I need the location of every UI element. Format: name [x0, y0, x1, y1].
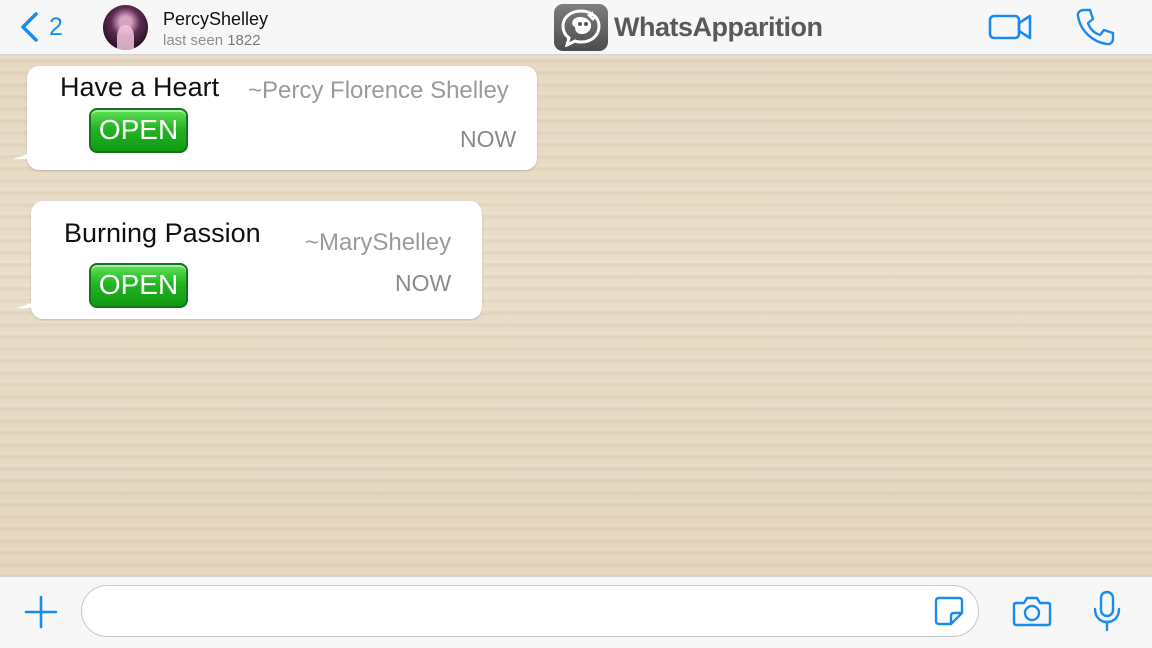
contact-status: last seen 1822: [163, 32, 261, 49]
back-button[interactable]: 2: [18, 8, 63, 46]
message-author: ~MaryShelley: [305, 229, 452, 256]
open-button[interactable]: OPEN: [89, 263, 188, 308]
message-input[interactable]: [81, 585, 979, 637]
attach-button[interactable]: [24, 595, 58, 634]
status-prefix: last seen: [163, 32, 224, 49]
microphone-button[interactable]: [1092, 590, 1122, 637]
phone-icon: [1076, 8, 1115, 46]
message-title: Burning Passion: [64, 218, 261, 248]
message-author: ~Percy Florence Shelley: [248, 77, 509, 104]
message-time: NOW: [395, 270, 452, 296]
open-button[interactable]: OPEN: [89, 108, 188, 153]
ghost-chat-icon: [554, 3, 608, 51]
avatar[interactable]: [103, 5, 148, 50]
bubble-tail: [16, 289, 46, 309]
unread-count: 2: [49, 12, 63, 41]
message-bubble: Burning Passion ~MaryShelley OPEN NOW: [16, 201, 482, 319]
message-bubble: Have a Heart ~Percy Florence Shelley OPE…: [12, 66, 537, 170]
contact-name[interactable]: PercyShelley: [163, 9, 268, 30]
brand-name: WhatsApparition: [614, 11, 823, 42]
sticker-icon: [934, 596, 964, 626]
plus-icon: [24, 595, 58, 629]
brand-logo: WhatsApparition: [554, 3, 823, 51]
camera-icon: [1012, 596, 1052, 627]
video-call-button[interactable]: [988, 11, 1034, 48]
video-camera-icon: [988, 14, 1032, 40]
chat-header: 2 PercyShelley last seen 1822 WhatsAppar…: [0, 0, 1152, 55]
voice-call-button[interactable]: [1075, 7, 1115, 52]
message-time: NOW: [460, 126, 517, 152]
composer-bar: [0, 576, 1152, 648]
microphone-icon: [1093, 590, 1121, 632]
camera-button[interactable]: [1012, 594, 1052, 633]
message-title: Have a Heart: [60, 72, 220, 102]
bubble-tail: [12, 140, 42, 160]
status-value: 1822: [227, 32, 261, 49]
sticker-button[interactable]: [933, 595, 965, 632]
chevron-left-icon: [21, 12, 38, 42]
